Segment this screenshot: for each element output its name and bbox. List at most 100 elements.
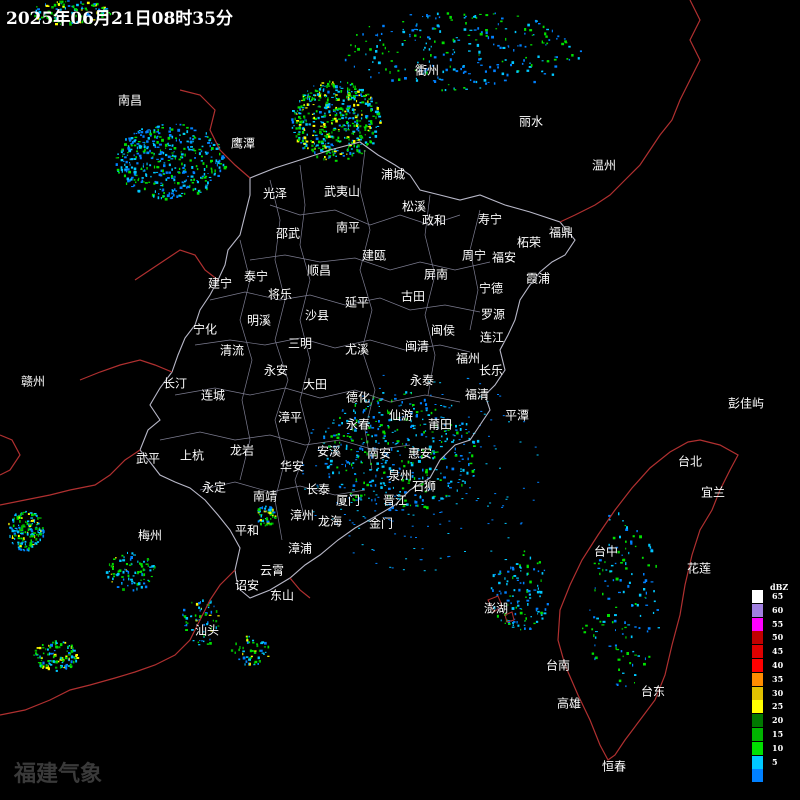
echo-pixel: [504, 59, 507, 61]
echo-pixel: [207, 173, 209, 174]
echo-pixel: [150, 175, 152, 178]
echo-pixel: [301, 109, 303, 112]
echo-pixel: [39, 662, 42, 665]
echo-pixel: [305, 97, 308, 99]
echo-pixel: [36, 653, 39, 655]
echo-pixel: [468, 73, 471, 75]
echo-pixel: [165, 153, 168, 157]
echo-pixel: [419, 424, 421, 426]
echo-pixel: [483, 413, 486, 415]
echo-pixel: [368, 98, 370, 100]
echo-pixel: [18, 526, 21, 529]
echo-pixel: [131, 583, 133, 585]
echo-pixel: [320, 86, 322, 88]
echo-pixel: [209, 138, 212, 140]
echo-pixel: [458, 460, 461, 462]
echo-pixel: [363, 126, 366, 128]
echo-pixel: [321, 134, 323, 136]
echo-pixel: [357, 47, 360, 51]
echo-pixel: [491, 519, 494, 521]
echo-pixel: [145, 173, 147, 176]
echo-pixel: [650, 581, 654, 583]
legend-label: 45: [772, 646, 784, 657]
echo-pixel: [142, 165, 144, 168]
echo-pixel: [326, 134, 329, 137]
echo-pixel: [334, 159, 338, 162]
echo-pixel: [354, 115, 357, 117]
echo-pixel: [564, 42, 568, 44]
echo-pixel: [360, 460, 362, 463]
echo-pixel: [383, 483, 386, 485]
echo-pixel: [125, 160, 128, 164]
echo-pixel: [645, 591, 647, 595]
echo-pixel: [183, 608, 186, 612]
echo-pixel: [498, 581, 501, 585]
echo-pixel: [257, 508, 261, 512]
echo-pixel: [480, 64, 483, 66]
echo-pixel: [317, 116, 320, 120]
echo-pixel: [409, 504, 412, 507]
echo-pixel: [340, 81, 342, 83]
echo-pixel: [133, 173, 137, 176]
echo-pixel: [421, 504, 424, 505]
echo-pixel: [20, 537, 23, 540]
city-label: 三明: [287, 336, 313, 351]
city-label: 彭佳屿: [727, 396, 765, 411]
city-label: 永定: [201, 480, 227, 495]
echo-pixel: [178, 171, 181, 174]
echo-pixel: [355, 478, 357, 482]
echo-pixel: [68, 645, 70, 647]
echo-pixel: [130, 166, 134, 169]
echo-pixel: [460, 68, 462, 71]
echo-pixel: [184, 616, 186, 619]
echo-pixel: [59, 0, 62, 4]
echo-pixel: [294, 117, 296, 121]
city-label: 仙游: [388, 408, 414, 423]
echo-pixel: [568, 58, 571, 61]
echo-pixel: [25, 520, 27, 523]
echo-pixel: [139, 154, 142, 158]
echo-pixel: [329, 80, 331, 83]
echo-pixel: [192, 640, 195, 642]
echo-pixel: [27, 520, 30, 523]
echo-pixel: [365, 40, 368, 42]
echo-pixel: [33, 654, 35, 656]
echo-pixel: [372, 61, 374, 63]
echo-pixel: [405, 558, 408, 560]
echo-pixel: [353, 65, 355, 68]
echo-pixel: [185, 621, 187, 624]
echo-pixel: [515, 563, 519, 565]
echo-pixel: [24, 540, 27, 543]
echo-pixel: [164, 143, 168, 147]
echo-pixel: [389, 566, 392, 568]
echo-pixel: [462, 422, 464, 425]
echo-pixel: [135, 181, 137, 184]
echo-pixel: [368, 136, 371, 139]
echo-pixel: [593, 634, 595, 638]
echo-pixel: [655, 564, 657, 568]
echo-pixel: [477, 27, 480, 30]
echo-pixel: [149, 149, 151, 153]
city-label: 花莲: [686, 561, 712, 576]
city-label: 浦城: [380, 167, 406, 182]
echo-pixel: [129, 163, 131, 166]
echo-pixel: [215, 162, 217, 164]
echo-pixel: [425, 470, 428, 474]
echo-pixel: [624, 626, 627, 629]
echo-pixel: [211, 168, 213, 172]
echo-pixel: [198, 644, 201, 646]
city-label: 衢州: [414, 63, 440, 78]
echo-pixel: [322, 138, 325, 141]
echo-pixel: [337, 107, 341, 110]
echo-pixel: [451, 467, 455, 471]
echo-pixel: [536, 454, 539, 456]
echo-pixel: [22, 539, 24, 542]
echo-pixel: [138, 130, 141, 131]
echo-pixel: [350, 124, 352, 127]
city-label: 罗源: [480, 307, 506, 322]
echo-pixel: [19, 545, 22, 547]
echo-pixel: [503, 79, 507, 82]
echo-pixel: [353, 524, 356, 525]
echo-pixel: [137, 189, 141, 193]
echo-pixel: [314, 131, 317, 133]
